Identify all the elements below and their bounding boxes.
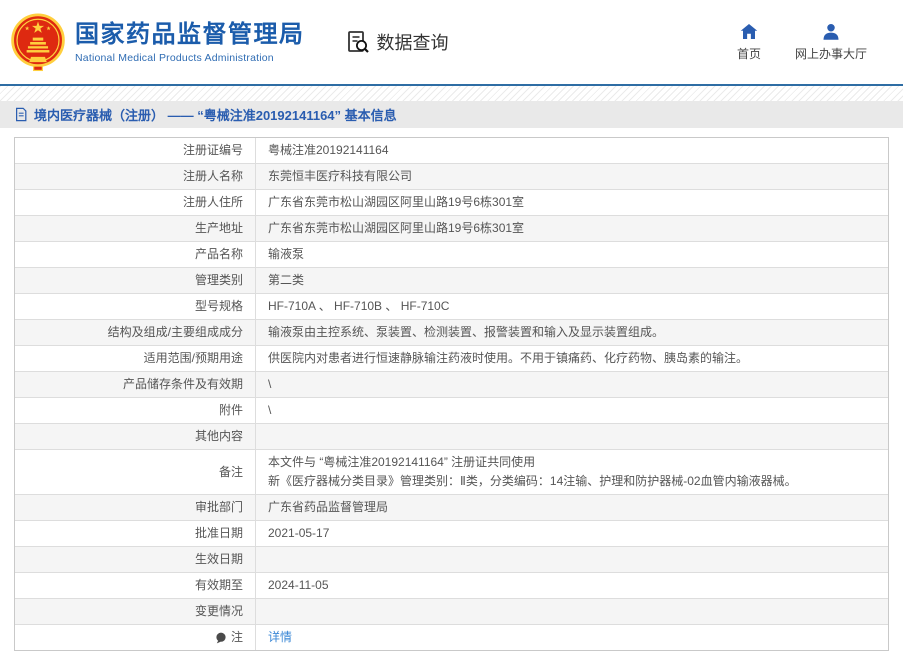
person-icon (823, 23, 839, 40)
row-value: 广东省东莞市松山湖园区阿里山路19号6栋301室 (268, 195, 525, 209)
row-label: 其他内容 (15, 424, 256, 449)
nav-service-hall-label: 网上办事大厅 (794, 46, 867, 61)
table-row: 注册证编号 粤械注准20192141164 (15, 138, 888, 164)
table-row: 变更情况 (15, 599, 888, 625)
row-label: 注 (15, 625, 256, 650)
row-value: 东莞恒丰医疗科技有限公司 (268, 169, 413, 183)
header-nav: 首页 网上办事大厅 (737, 23, 881, 62)
table-row-note: 注 详情 (15, 625, 888, 650)
table-row: 生产地址 广东省东莞市松山湖园区阿里山路19号6栋301室 (15, 216, 888, 242)
table-row: 注册人住所 广东省东莞市松山湖园区阿里山路19号6栋301室 (15, 190, 888, 216)
row-value (256, 547, 888, 572)
row-label: 有效期至 (15, 573, 256, 598)
table-row: 其他内容 (15, 424, 888, 450)
row-value: 第二类 (268, 273, 305, 287)
row-value (256, 599, 888, 624)
detail-link[interactable]: 详情 (268, 628, 292, 647)
table-row: 产品储存条件及有效期 \ (15, 372, 888, 398)
table-row: 适用范围/预期用途 供医院内对患者进行恒速静脉输注药液时使用。不用于镇痛药、化疗… (15, 346, 888, 372)
row-label: 管理类别 (15, 268, 256, 293)
row-value: 广东省药品监督管理局 (268, 500, 389, 514)
row-value: 2021-05-17 (268, 526, 330, 540)
site-title: 国家药品监督管理局 (75, 20, 305, 48)
row-value: 本文件与 “粤械注准20192141164” 注册证共同使用 新《医疗器械分类目… (268, 455, 797, 488)
row-label: 生效日期 (15, 547, 256, 572)
registration-info-table: 注册证编号 粤械注准20192141164 注册人名称 东莞恒丰医疗科技有限公司… (14, 137, 889, 651)
row-label: 变更情况 (15, 599, 256, 624)
row-label: 结构及组成/主要组成成分 (15, 320, 256, 345)
row-value: 输液泵由主控系统、泵装置、检测装置、报警装置和输入及显示装置组成。 (268, 325, 665, 339)
row-value: 粤械注准20192141164 (268, 143, 389, 157)
header-hatch-strip (0, 86, 903, 101)
row-value: 广东省东莞市松山湖园区阿里山路19号6栋301室 (268, 221, 525, 235)
row-label: 产品储存条件及有效期 (15, 372, 256, 397)
table-row: 附件 \ (15, 398, 888, 424)
row-value: HF-710A 、 HF-710B 、 HF-710C (268, 299, 450, 313)
row-label: 注册证编号 (15, 138, 256, 163)
breadcrumb: 境内医疗器械（注册） —— “粤械注准20192141164” 基本信息 (0, 101, 903, 128)
table-row: 产品名称 输液泵 (15, 242, 888, 268)
home-icon (740, 23, 758, 39)
row-value: 详情 (256, 625, 888, 650)
site-title-block: 国家药品监督管理局 National Medical Products Admi… (75, 21, 305, 64)
row-label: 批准日期 (15, 521, 256, 546)
row-label: 产品名称 (15, 242, 256, 267)
row-value (256, 424, 888, 449)
table-row: 生效日期 (15, 547, 888, 573)
table-row: 备注 本文件与 “粤械注准20192141164” 注册证共同使用 新《医疗器械… (15, 450, 888, 495)
site-subtitle: National Medical Products Administration (75, 51, 274, 64)
table-row: 有效期至 2024-11-05 (15, 573, 888, 599)
table-row: 型号规格 HF-710A 、 HF-710B 、 HF-710C (15, 294, 888, 320)
row-value: \ (268, 403, 272, 417)
row-label: 附件 (15, 398, 256, 423)
row-value: 供医院内对患者进行恒速静脉输注药液时使用。不用于镇痛药、化疗药物、胰岛素的输注。 (268, 351, 749, 365)
table-row: 注册人名称 东莞恒丰医疗科技有限公司 (15, 164, 888, 190)
breadcrumb-text: 境内医疗器械（注册） —— “粤械注准20192141164” 基本信息 (34, 108, 397, 123)
table-row: 管理类别 第二类 (15, 268, 888, 294)
data-query-label: 数据查询 (376, 33, 449, 53)
site-logo[interactable]: 国家药品监督管理局 National Medical Products Admi… (10, 11, 305, 73)
table-row: 审批部门 广东省药品监督管理局 (15, 495, 888, 521)
table-row: 结构及组成/主要组成成分 输液泵由主控系统、泵装置、检测装置、报警装置和输入及显… (15, 320, 888, 346)
row-label: 型号规格 (15, 294, 256, 319)
note-bubble-icon (216, 632, 226, 643)
nav-service-hall[interactable]: 网上办事大厅 (795, 23, 867, 62)
row-label: 注册人名称 (15, 164, 256, 189)
row-value: \ (268, 377, 272, 391)
china-national-emblem-icon (11, 13, 65, 72)
row-label: 备注 (15, 450, 256, 494)
table-row: 批准日期 2021-05-17 (15, 521, 888, 547)
row-label: 生产地址 (15, 216, 256, 241)
row-label: 适用范围/预期用途 (15, 346, 256, 371)
nav-home-label: 首页 (736, 46, 761, 61)
row-label: 审批部门 (15, 495, 256, 520)
header: 国家药品监督管理局 National Medical Products Admi… (0, 0, 903, 84)
row-value: 输液泵 (268, 247, 305, 261)
row-label: 注册人住所 (15, 190, 256, 215)
nav-home[interactable]: 首页 (737, 23, 761, 62)
document-icon (16, 107, 27, 122)
row-value: 2024-11-05 (268, 578, 329, 592)
data-query-tab[interactable]: 数据查询 (345, 29, 449, 55)
document-search-icon (347, 31, 369, 53)
